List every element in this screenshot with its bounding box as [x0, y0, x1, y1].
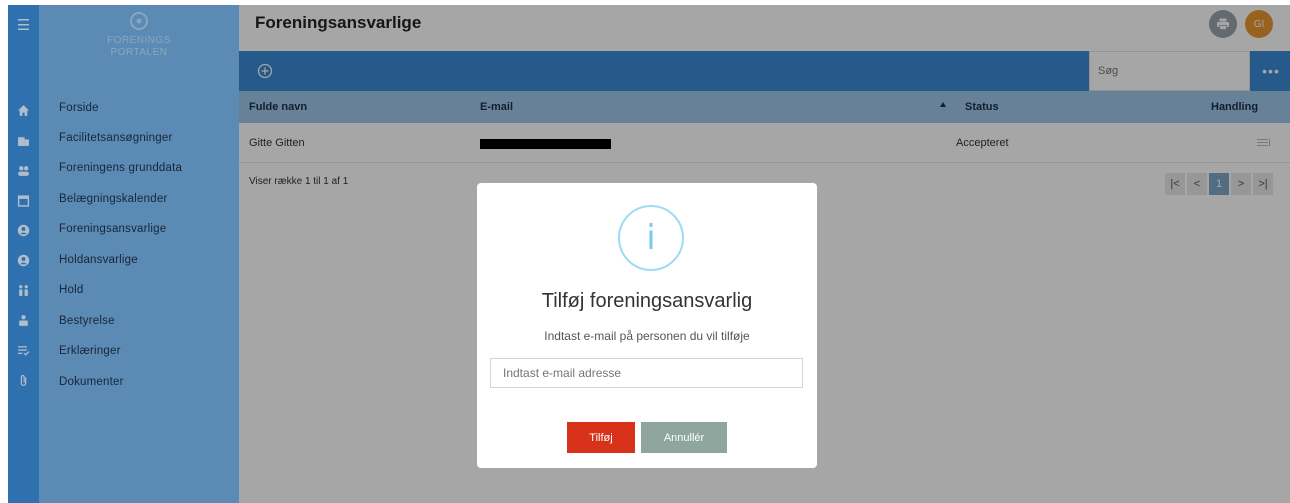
dialog-title: Tilføj foreningsansvarlig: [541, 290, 753, 312]
cancel-button[interactable]: Annullér: [641, 422, 727, 453]
add-button-confirm[interactable]: Tilføj: [567, 422, 635, 453]
add-responsible-dialog: i Tilføj foreningsansvarlig Indtast e-ma…: [477, 183, 817, 468]
info-icon: i: [618, 205, 684, 271]
modal-backdrop-sidebar: [8, 5, 239, 503]
email-field[interactable]: [490, 358, 803, 388]
dialog-text: Indtast e-mail på personen du vil tilføj…: [544, 329, 750, 343]
